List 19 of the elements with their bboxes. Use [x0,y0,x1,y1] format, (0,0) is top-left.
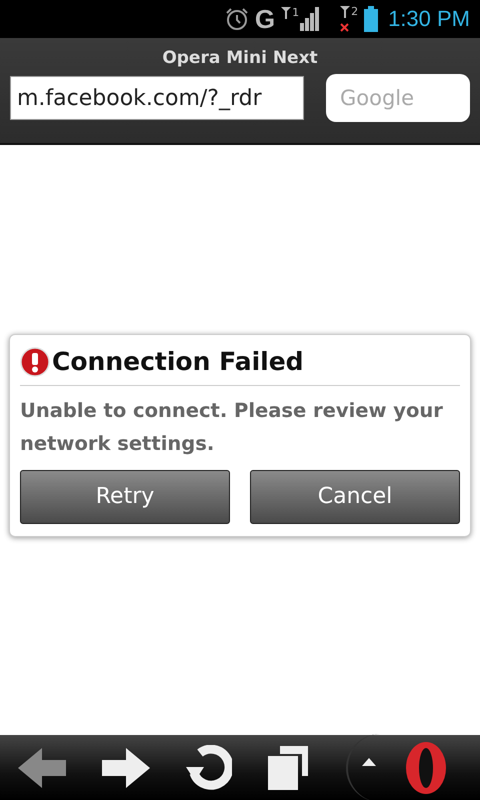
clock-time: 1:30 PM [388,6,470,32]
app-title: Opera Mini Next [162,48,318,68]
dialog-title: Connection Failed [52,347,304,376]
network-type: G [254,6,276,32]
alarm-clock-icon [224,7,249,31]
tabs-button[interactable] [268,746,310,790]
battery-icon [364,6,378,32]
reload-button[interactable] [186,744,232,790]
forward-button[interactable] [102,748,150,788]
cancel-button[interactable]: Cancel [250,470,460,524]
retry-button[interactable]: Retry [20,470,230,524]
address-field[interactable]: m.facebook.com/?_rdr [10,76,304,120]
sim-number: 1 [292,7,300,18]
signal-bars-icon [300,7,320,31]
error-icon [20,346,50,376]
search-field[interactable]: Google [326,74,470,122]
sim-number: 2 [351,6,358,17]
antenna-icon [281,7,292,19]
dialog-message: Unable to connect. Please review your network settings. [20,398,444,456]
